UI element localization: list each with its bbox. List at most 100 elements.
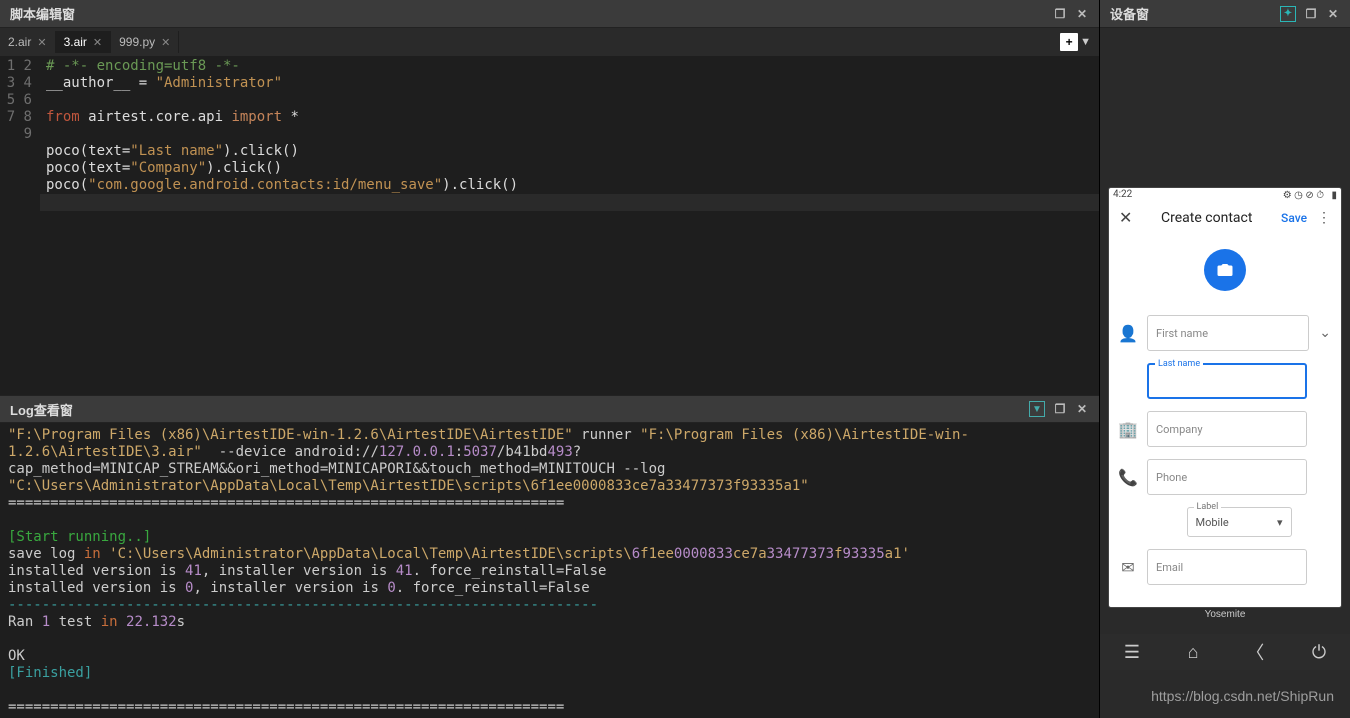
log-text: OK: [8, 648, 25, 664]
log-text: . force_reinstall=False: [413, 563, 607, 579]
more-icon[interactable]: ⋮: [1317, 210, 1331, 226]
log-text: 127.0.0.1: [379, 444, 455, 460]
tab-label: 999.py: [119, 35, 155, 49]
log-text: 0000833: [674, 546, 733, 562]
last-name-field[interactable]: Last name: [1147, 363, 1307, 399]
log-text: 493: [547, 444, 572, 460]
device-nav-bar: ☰ ⌂ 〈 ⏻: [1100, 634, 1350, 670]
log-restore-button[interactable]: ❐: [1053, 402, 1067, 416]
log-text: 22.132: [126, 614, 177, 630]
company-field[interactable]: Company: [1147, 411, 1307, 447]
camera-icon: [1216, 261, 1234, 279]
company-icon: 🏢: [1119, 420, 1137, 439]
log-text: 0: [387, 580, 395, 596]
log-text: "F:\Program Files (x86)\AirtestIDE-win-1…: [8, 427, 573, 443]
appbar-title: Create contact: [1161, 210, 1252, 226]
close-icon[interactable]: ✕: [161, 36, 170, 49]
log-text: installed version is: [8, 580, 185, 596]
tab-label: 2.air: [8, 35, 31, 49]
log-output[interactable]: "F:\Program Files (x86)\AirtestIDE-win-1…: [0, 423, 1099, 718]
add-photo-button[interactable]: [1204, 249, 1246, 291]
code-line: poco(text="Last name").click(): [46, 143, 299, 159]
phone-label-select[interactable]: Label Mobile ▾: [1187, 507, 1292, 537]
chevron-down-icon[interactable]: ⌄: [1319, 325, 1331, 341]
status-time: 4:22: [1113, 189, 1132, 201]
field-placeholder: First name: [1156, 327, 1208, 340]
device-close-button[interactable]: ✕: [1326, 7, 1340, 21]
log-text: 'C:\Users\Administrator\AppData\Local\Te…: [101, 546, 632, 562]
log-text: in: [84, 546, 101, 562]
person-icon: 👤: [1119, 324, 1137, 343]
select-hint: Label: [1194, 502, 1222, 512]
code-line: from airtest.core.api import *: [46, 109, 299, 125]
phone-icon: 📞: [1119, 468, 1137, 487]
menu-icon[interactable]: ☰: [1124, 642, 1140, 663]
log-text: [Finished]: [8, 665, 92, 681]
field-hint: Last name: [1155, 359, 1203, 369]
code-content[interactable]: # -*- encoding=utf8 -*- __author__ = "Ad…: [40, 56, 1099, 395]
phone-appbar: ✕ Create contact Save ⋮: [1109, 202, 1341, 233]
status-icons: ⚙ ◷ ⊘ ⏱ ▮: [1283, 189, 1337, 201]
close-icon[interactable]: ✕: [37, 36, 46, 49]
tab-999py[interactable]: 999.py ✕: [111, 31, 179, 53]
log-title: Log查看窗: [10, 400, 73, 419]
log-text: in: [101, 614, 118, 630]
log-text: test: [50, 614, 101, 630]
log-text: 6: [632, 546, 640, 562]
log-text: , installer version is: [202, 563, 396, 579]
watermark: https://blog.csdn.net/ShipRun: [1151, 688, 1334, 704]
editor-tabs: 2.air ✕ 3.air ✕ 999.py ✕ + ▼: [0, 28, 1099, 56]
log-divider: ========================================…: [8, 699, 564, 715]
log-text: s: [177, 614, 185, 630]
log-text: 33477373: [767, 546, 834, 562]
phone-form: 👤 First name ⌄ Last name 🏢 Company: [1109, 233, 1341, 607]
log-text: 1: [42, 614, 50, 630]
add-tab-button[interactable]: +: [1060, 33, 1078, 51]
log-text: runner: [573, 427, 640, 443]
field-placeholder: Company: [1156, 423, 1203, 436]
log-divider: ----------------------------------------…: [8, 597, 598, 613]
phone-field[interactable]: Phone: [1147, 459, 1307, 495]
log-close-button[interactable]: ✕: [1075, 402, 1089, 416]
log-text: ce7a: [733, 546, 767, 562]
log-text: 5037: [463, 444, 497, 460]
log-text: f1ee: [640, 546, 674, 562]
filter-icon[interactable]: ▼: [1029, 401, 1045, 417]
code-editor[interactable]: 1 2 3 4 5 6 7 8 9 # -*- encoding=utf8 -*…: [0, 56, 1099, 395]
close-icon[interactable]: ✕: [1119, 208, 1132, 227]
first-name-field[interactable]: First name: [1147, 315, 1309, 351]
device-name-label: Yosemite: [1205, 609, 1246, 620]
tab-add-controls: + ▼: [1060, 33, 1099, 51]
device-body: 4:22 ⚙ ◷ ⊘ ⏱ ▮ ✕ Create contact Save ⋮ 👤…: [1100, 28, 1350, 718]
log-text: Ran: [8, 614, 42, 630]
tab-3air[interactable]: 3.air ✕: [56, 31, 112, 53]
log-text: installed version is: [8, 563, 185, 579]
device-restore-button[interactable]: ❐: [1304, 7, 1318, 21]
editor-close-button[interactable]: ✕: [1075, 7, 1089, 21]
editor-title: 脚本编辑窗: [10, 4, 75, 23]
editor-restore-button[interactable]: ❐: [1053, 7, 1067, 21]
log-text: 41: [396, 563, 413, 579]
log-text: . force_reinstall=False: [396, 580, 590, 596]
save-button[interactable]: Save: [1281, 211, 1307, 225]
close-icon[interactable]: ✕: [93, 36, 102, 49]
tab-label: 3.air: [64, 35, 87, 49]
log-text: /b41bd: [497, 444, 548, 460]
log-text: 41: [185, 563, 202, 579]
log-text: save log: [8, 546, 84, 562]
back-icon[interactable]: 〈: [1246, 639, 1264, 665]
tab-2air[interactable]: 2.air ✕: [0, 31, 56, 53]
email-icon: ✉: [1119, 558, 1137, 577]
log-text: 93335: [843, 546, 885, 562]
select-value: Mobile: [1196, 516, 1229, 529]
device-screen[interactable]: 4:22 ⚙ ◷ ⊘ ⏱ ▮ ✕ Create contact Save ⋮ 👤…: [1109, 188, 1341, 607]
wrench-icon[interactable]: ✦: [1280, 6, 1296, 22]
email-field[interactable]: Email: [1147, 549, 1307, 585]
power-icon[interactable]: ⏻: [1312, 642, 1326, 663]
log-text: "C:\Users\Administrator\AppData\Local\Te…: [8, 478, 809, 494]
log-text: [Start running..]: [8, 529, 151, 545]
log-text: a1': [885, 546, 910, 562]
home-icon[interactable]: ⌂: [1188, 642, 1199, 663]
tab-menu-chevron-icon[interactable]: ▼: [1080, 36, 1091, 48]
field-placeholder: Phone: [1156, 471, 1187, 484]
